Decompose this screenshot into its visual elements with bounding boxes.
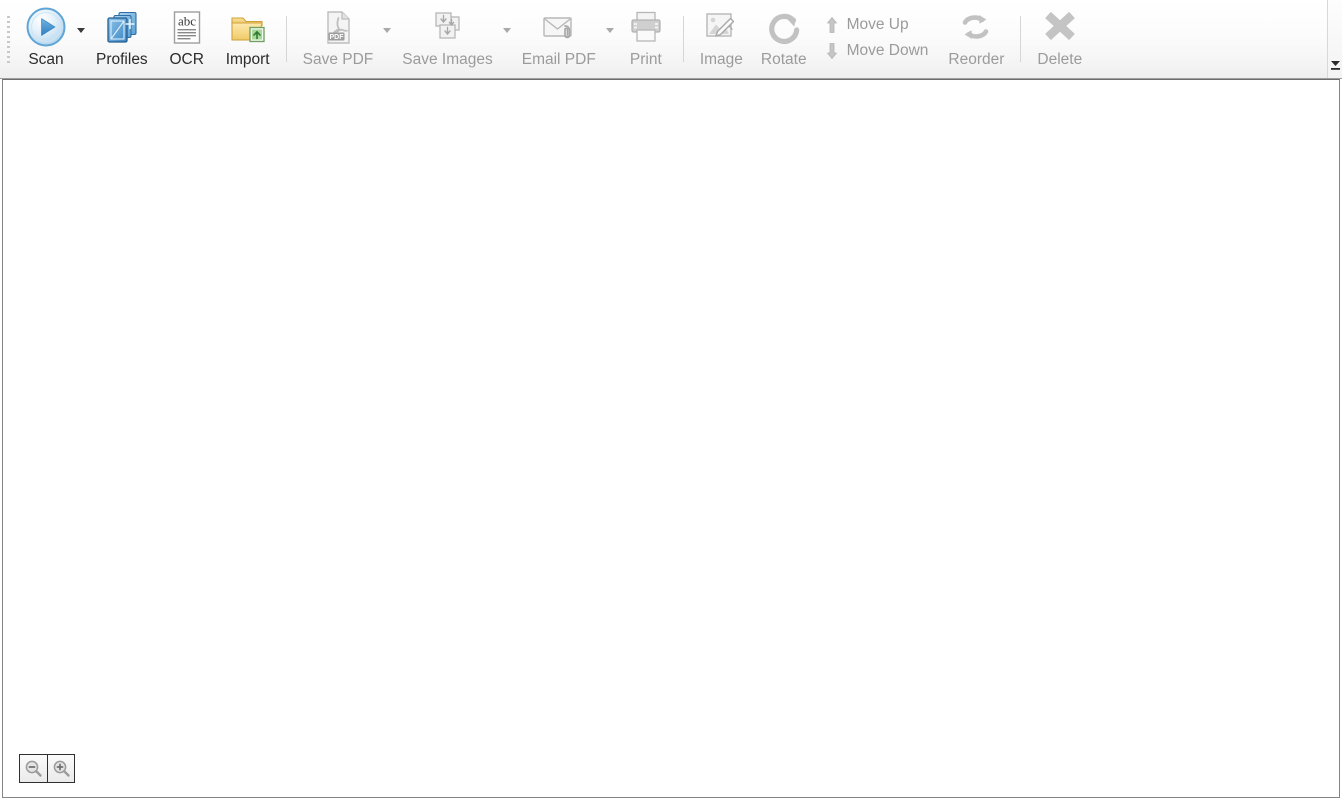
delete-button-label: Delete — [1037, 51, 1083, 68]
thumbnail-panel — [2, 79, 1340, 798]
scan-dropdown-arrow[interactable] — [76, 0, 87, 74]
image-edit-icon — [700, 7, 742, 49]
edit-group: Image Rotate Move Up Move Down Reorder — [691, 0, 1014, 78]
import-button[interactable]: Import — [217, 0, 279, 74]
thumbnail-list[interactable] — [3, 80, 1339, 797]
save-images-dropdown-arrow[interactable] — [502, 0, 513, 74]
printer-icon — [625, 7, 667, 49]
toolbar-separator-2 — [682, 16, 684, 62]
pdf-file-icon: PDF — [317, 7, 359, 49]
move-down-button-label: Move Down — [846, 42, 929, 59]
profiles-button-label: Profiles — [96, 51, 148, 68]
rotate-arrow-icon — [763, 7, 805, 49]
move-up-button-label: Move Up — [846, 16, 909, 33]
magnifier-minus-icon — [25, 760, 42, 777]
output-group: PDF Save PDF Save Images Email PDF Print — [294, 0, 676, 78]
delete-group: Delete — [1028, 0, 1091, 78]
rotate-button[interactable]: Rotate — [752, 0, 816, 74]
print-button-label: Print — [629, 51, 662, 68]
toolbar-separator-3 — [1020, 16, 1022, 62]
ocr-abc-icon: abc — [166, 7, 208, 49]
import-button-label: Import — [225, 51, 270, 68]
chevron-double-down-icon — [1330, 61, 1340, 70]
email-pdf-button-label: Email PDF — [521, 51, 596, 68]
chevron-down-icon — [605, 28, 614, 33]
email-pdf-button[interactable]: Email PDF — [513, 0, 605, 74]
profiles-icon — [101, 7, 143, 49]
reorder-button-label: Reorder — [948, 51, 1005, 68]
save-images-icon — [427, 7, 469, 49]
image-button[interactable]: Image — [691, 0, 752, 74]
reorder-cycle-icon — [955, 7, 997, 49]
save-images-button[interactable]: Save Images — [393, 0, 501, 74]
move-down-button[interactable]: Move Down — [820, 38, 940, 64]
save-pdf-button-label: Save PDF — [302, 51, 374, 68]
arrow-up-icon — [825, 16, 839, 34]
import-folder-icon — [227, 7, 269, 49]
delete-button[interactable]: Delete — [1028, 0, 1091, 74]
svg-text:PDF: PDF — [329, 34, 344, 41]
application-window: Scan Profiles abc OCR Import PDF Save PD… — [0, 0, 1342, 800]
delete-x-icon — [1039, 7, 1081, 49]
rotate-button-label: Rotate — [760, 51, 807, 68]
main-toolbar: Scan Profiles abc OCR Import PDF Save PD… — [0, 0, 1342, 79]
chevron-down-icon — [77, 28, 85, 33]
scan-play-icon — [25, 7, 67, 49]
move-up-button[interactable]: Move Up — [820, 12, 940, 38]
scan-button[interactable]: Scan — [16, 0, 76, 74]
save-pdf-dropdown-arrow[interactable] — [382, 0, 393, 74]
zoom-controls — [19, 754, 75, 783]
arrow-down-icon — [825, 42, 839, 60]
move-buttons-stack: Move Up Move Down — [820, 0, 940, 74]
svg-text:abc: abc — [178, 14, 196, 29]
email-pdf-dropdown-arrow[interactable] — [605, 0, 616, 74]
image-button-label: Image — [699, 51, 743, 68]
toolbar-drag-grip[interactable] — [0, 0, 16, 78]
scan-group: Scan Profiles abc OCR Import — [16, 0, 279, 78]
scan-button-label: Scan — [28, 51, 64, 68]
toolbar-overflow-button[interactable] — [1327, 0, 1342, 78]
magnifier-plus-icon — [53, 760, 70, 777]
ocr-button[interactable]: abc OCR — [157, 0, 217, 74]
save-images-button-label: Save Images — [402, 51, 493, 68]
save-pdf-button[interactable]: PDF Save PDF — [294, 0, 383, 74]
print-button[interactable]: Print — [616, 0, 676, 74]
reorder-button[interactable]: Reorder — [939, 0, 1013, 74]
toolbar-separator-1 — [285, 16, 287, 62]
profiles-button[interactable]: Profiles — [87, 0, 157, 74]
email-envelope-icon — [538, 7, 580, 49]
ocr-button-label: OCR — [169, 51, 204, 68]
chevron-down-icon — [383, 28, 392, 33]
zoom-out-button[interactable] — [20, 755, 47, 782]
chevron-down-icon — [502, 28, 511, 33]
zoom-in-button[interactable] — [47, 755, 74, 782]
